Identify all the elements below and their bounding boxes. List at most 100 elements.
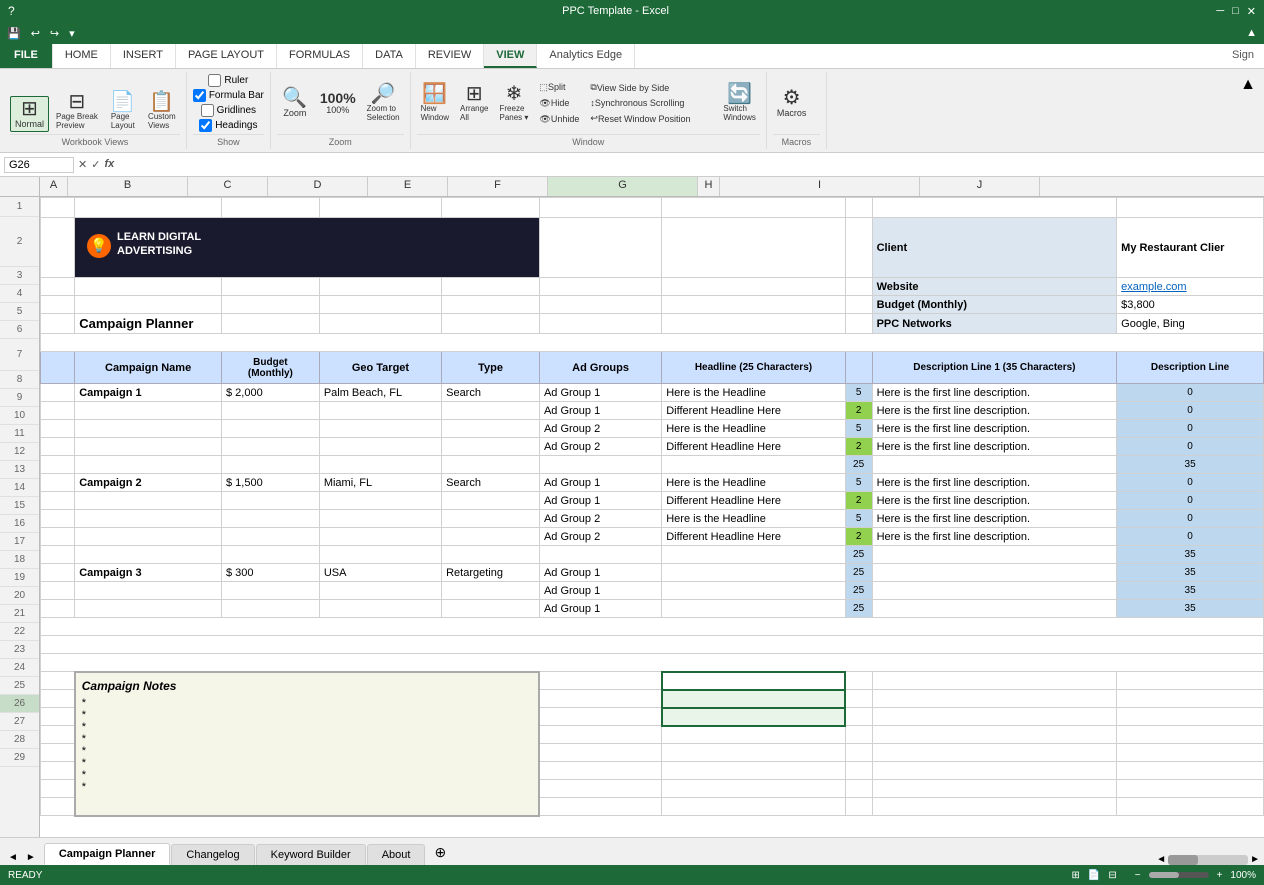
cell-c4[interactable] [221,296,319,314]
cell-h1[interactable] [845,198,872,218]
new-window-btn[interactable]: 🪟 NewWindow [417,82,453,124]
row-23[interactable]: 23 [0,641,39,659]
c1r4-desc[interactable]: Here is the first line description. [872,438,1117,456]
col-e[interactable]: E [368,177,448,196]
cell-e4[interactable] [442,296,540,314]
close-btn[interactable]: ✕ [1247,5,1256,18]
h-scroll-thumb[interactable] [1168,855,1198,865]
campaign-notes-area[interactable]: Campaign Notes * * * * * * * * [75,672,540,816]
row-26[interactable]: 26 [0,695,39,713]
c2r2-dcount[interactable]: 0 [1117,492,1264,510]
tab-file[interactable]: FILE [0,44,53,68]
hide-btn[interactable]: 👁 Hide [535,96,583,111]
cell-a4[interactable] [41,296,75,314]
cell-d5[interactable] [319,314,441,334]
selected-cell-g25[interactable] [662,690,845,708]
cell-a2[interactable] [41,218,75,278]
c1-total-d[interactable]: 35 [1117,456,1264,474]
cell-h3[interactable] [845,278,872,296]
c2r2-headline[interactable]: Different Headline Here [662,492,845,510]
row-9[interactable]: 9 [0,389,39,407]
campaign1-row1-dcount[interactable]: 0 [1117,384,1264,402]
row-29[interactable]: 29 [0,749,39,767]
row-16[interactable]: 16 [0,515,39,533]
c2r2-hcount[interactable]: 2 [845,492,872,510]
campaign3-name[interactable]: Campaign 3 [75,564,222,582]
c3r2-hcount[interactable]: 25 [845,582,872,600]
c2r2-desc[interactable]: Here is the first line description. [872,492,1117,510]
row-19[interactable]: 19 [0,569,39,587]
campaign1-type[interactable]: Search [442,384,540,402]
campaign1-row1-hcount[interactable]: 5 [845,384,872,402]
c2r2-adgroup[interactable]: Ad Group 1 [539,492,661,510]
tab-data[interactable]: DATA [363,44,416,68]
row-27[interactable]: 27 [0,713,39,731]
cell-e3[interactable] [442,278,540,296]
c3r3-hcount[interactable]: 25 [845,600,872,618]
campaign1-row1-desc[interactable]: Here is the first line description. [872,384,1117,402]
reset-window-btn[interactable]: ↩ Reset Window Position [586,111,716,126]
c2r1-dcount[interactable]: 0 [1117,474,1264,492]
row-28[interactable]: 28 [0,731,39,749]
c1r4-headline[interactable]: Different Headline Here [662,438,845,456]
tab-analytics-edge[interactable]: Analytics Edge [537,44,635,68]
c1r3-desc[interactable]: Here is the first line description. [872,420,1117,438]
row-24[interactable]: 24 [0,659,39,677]
redo-btn[interactable]: ↪ [47,27,62,40]
normal-view-btn[interactable]: ⊞ Normal [10,96,49,132]
tab-campaign-planner[interactable]: Campaign Planner [44,843,171,865]
cell-i1[interactable] [872,198,1117,218]
tab-insert[interactable]: INSERT [111,44,176,68]
cell-d3[interactable] [319,278,441,296]
campaign1-row1-adgroup[interactable]: Ad Group 1 [539,384,661,402]
c1r3-dcount[interactable]: 0 [1117,420,1264,438]
cell-g1[interactable] [662,198,845,218]
formula-bar-checkbox[interactable]: Formula Bar [193,89,264,102]
tab-view[interactable]: VIEW [484,44,537,68]
col-g[interactable]: G [548,177,698,196]
tab-scroll-left[interactable]: ◄ [4,850,22,865]
website-value[interactable]: example.com [1117,278,1264,296]
cell-e5[interactable] [442,314,540,334]
zoom-plus[interactable]: + [1217,870,1223,881]
col-b[interactable]: B [68,177,188,196]
c2r4-adgroup[interactable]: Ad Group 2 [539,528,661,546]
cancel-icon[interactable]: ✕ [78,158,87,171]
row-15[interactable]: 15 [0,497,39,515]
campaign2-name[interactable]: Campaign 2 [75,474,222,492]
campaign2-geo[interactable]: Miami, FL [319,474,441,492]
c2r3-headline[interactable]: Here is the Headline [662,510,845,528]
cell-d4[interactable] [319,296,441,314]
scroll-left-btn[interactable]: ◄ [1156,854,1166,865]
tab-page-layout[interactable]: PAGE LAYOUT [176,44,277,68]
maximize-btn[interactable]: □ [1232,5,1239,18]
cell-f5[interactable] [539,314,661,334]
col-h[interactable]: H [698,177,720,196]
custom-views-btn[interactable]: 📋 CustomViews [144,90,180,132]
col-f[interactable]: F [448,177,548,196]
zoom-100-btn[interactable]: 100% 100% [316,89,360,117]
c2r1-hcount[interactable]: 5 [845,474,872,492]
cell-f2[interactable] [539,218,661,278]
c1r2-adgroup[interactable]: Ad Group 1 [539,402,661,420]
c3r3-dcount[interactable]: 35 [1117,600,1264,618]
row-5[interactable]: 5 [0,303,39,321]
row-10[interactable]: 10 [0,407,39,425]
c1r4-adgroup[interactable]: Ad Group 2 [539,438,661,456]
zoom-minus[interactable]: − [1135,870,1141,881]
campaign1-budget[interactable]: $ 2,000 [221,384,319,402]
cell-a1[interactable] [41,198,75,218]
row-25[interactable]: 25 [0,677,39,695]
switch-windows-btn[interactable]: 🔄 SwitchWindows [719,82,759,124]
row-17[interactable]: 17 [0,533,39,551]
zoom-btn[interactable]: 🔍 Zoom [277,86,313,120]
tab-review[interactable]: REVIEW [416,44,484,68]
row-7[interactable]: 7 [0,339,39,371]
c2r3-dcount[interactable]: 0 [1117,510,1264,528]
c1r2-headline[interactable]: Different Headline Here [662,402,845,420]
page-break-preview-btn[interactable]: ⊟ Page BreakPreview [52,90,102,132]
c3r2-dcount[interactable]: 35 [1117,582,1264,600]
cell-b3[interactable] [75,278,222,296]
view-layout-btn[interactable]: 📄 [1088,870,1100,881]
row-22[interactable]: 22 [0,623,39,641]
